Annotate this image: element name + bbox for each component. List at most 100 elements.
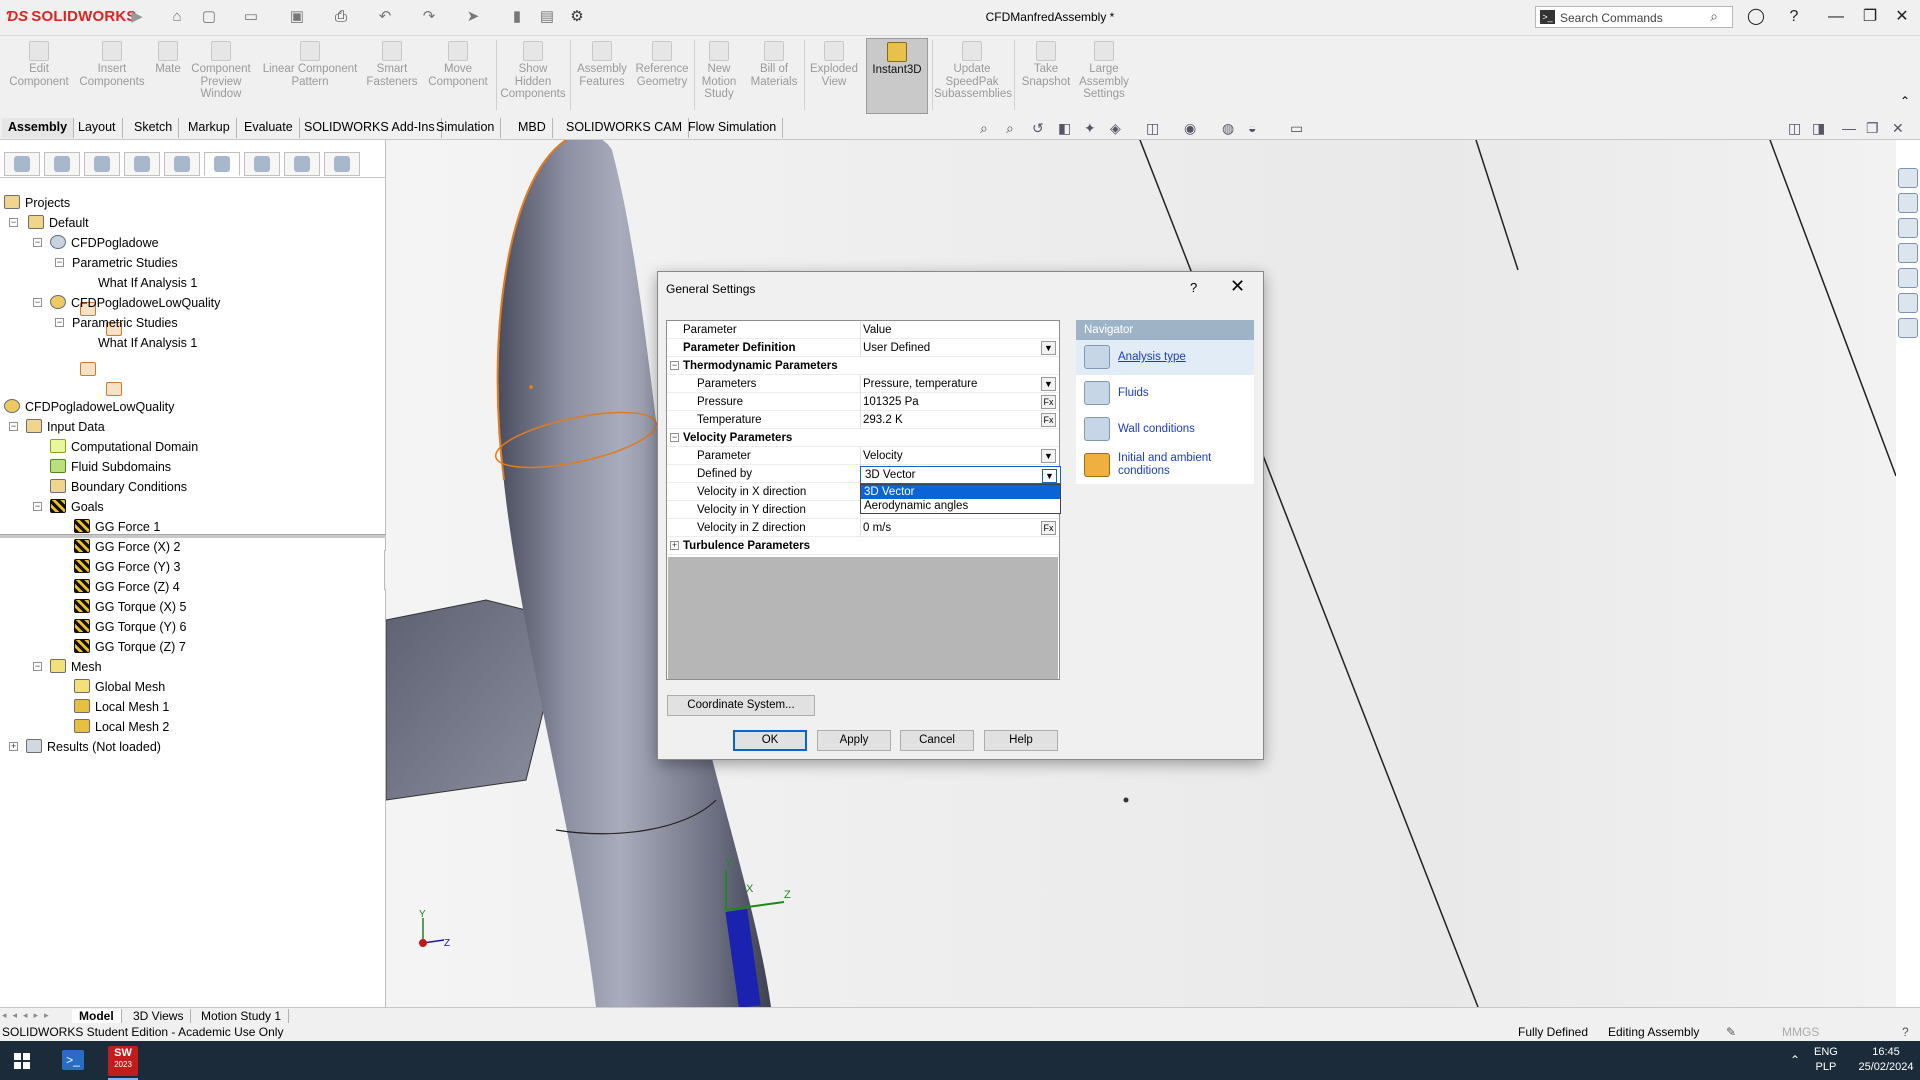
tab-assembly[interactable]: Assembly xyxy=(2,118,75,138)
collapse-toggle[interactable]: − xyxy=(670,433,679,442)
edit-component-button[interactable]: Edit Component xyxy=(4,38,74,114)
viewport-restore-icon[interactable]: ❐ xyxy=(1866,120,1879,140)
tree-item-local-mesh[interactable]: Local Mesh 1 xyxy=(74,698,169,716)
chevron-down-icon[interactable]: ▼ xyxy=(1041,449,1056,463)
bill-of-materials-button[interactable]: Bill of Materials xyxy=(748,38,800,114)
tab-model[interactable]: Model xyxy=(72,1009,122,1023)
component-preview-window-button[interactable]: Component Preview Window xyxy=(188,38,254,114)
viewport-minimize-icon[interactable]: — xyxy=(1842,120,1856,140)
system-clock[interactable]: 16:45 25/02/2024 xyxy=(1858,1045,1914,1075)
dimxpert-tab[interactable] xyxy=(124,152,160,176)
home-icon[interactable]: ⌂ xyxy=(168,8,186,26)
exploded-view-button[interactable]: Exploded View xyxy=(808,38,860,114)
previous-view-icon[interactable]: ↺ xyxy=(1032,120,1044,140)
tree-item-results[interactable]: Results (Not loaded) xyxy=(26,738,161,756)
velocity-parameter-row[interactable]: Parameter Velocity ▼ xyxy=(667,447,1059,465)
option-aerodynamic-angles[interactable]: Aerodynamic angles xyxy=(861,499,1060,513)
save-icon[interactable]: ▣ xyxy=(288,8,306,26)
take-snapshot-button[interactable]: Take Snapshot xyxy=(1018,38,1074,114)
turbulence-section-row[interactable]: + Turbulence Parameters xyxy=(667,537,1059,555)
option-3d-vector[interactable]: 3D Vector xyxy=(861,485,1060,499)
tab-simulation[interactable]: Simulation xyxy=(430,118,502,138)
redo-icon[interactable]: ↷ xyxy=(420,8,438,26)
view-orientation-icon[interactable]: ◈ xyxy=(1110,120,1121,140)
tree-item-default[interactable]: Default xyxy=(28,214,89,232)
collapse-toggle[interactable]: − xyxy=(33,662,42,671)
mate-button[interactable]: Mate xyxy=(150,38,186,114)
tab-evaluate[interactable]: Evaluate xyxy=(238,118,300,138)
velocity-z-row[interactable]: Velocity in Z direction 0 m/s Fx xyxy=(667,519,1059,537)
expand-toggle[interactable]: + xyxy=(670,541,679,550)
panel-splitter[interactable] xyxy=(0,534,386,538)
tree-item-goals[interactable]: Goals xyxy=(50,498,104,516)
thermo-section-row[interactable]: − Thermodynamic Parameters xyxy=(667,357,1059,375)
chevron-down-icon[interactable]: ▼ xyxy=(1042,469,1057,483)
collapse-toggle[interactable]: − xyxy=(55,318,64,327)
update-speedpak-button[interactable]: Update SpeedPak Subassemblies xyxy=(934,38,1012,114)
tree-item-fluid-subdomains[interactable]: Fluid Subdomains xyxy=(50,458,171,476)
tab-markup[interactable]: Markup xyxy=(182,118,237,138)
expand-toggle[interactable]: + xyxy=(9,742,18,751)
tree-item-local-mesh[interactable]: Local Mesh 2 xyxy=(74,718,169,736)
display-style-icon[interactable]: ◫ xyxy=(1146,120,1159,140)
collapse-toggle[interactable]: − xyxy=(9,422,18,431)
temperature-row[interactable]: Temperature 293.2 K Fx xyxy=(667,411,1059,429)
coordinate-system-button[interactable]: Coordinate System... xyxy=(667,695,815,716)
view-palette-icon[interactable] xyxy=(1898,268,1918,288)
tab-3d-views[interactable]: 3D Views xyxy=(126,1009,192,1023)
ok-button[interactable]: OK xyxy=(733,730,807,751)
file-explorer-icon[interactable] xyxy=(1898,243,1918,263)
tree-item-project[interactable]: CFDPogladowe xyxy=(50,234,159,252)
fx-button[interactable]: Fx xyxy=(1041,413,1056,427)
tree-item-parametric-studies[interactable]: Parametric Studies xyxy=(72,314,178,376)
tree-item-goal[interactable]: GG Force 1 xyxy=(74,518,160,536)
reference-geometry-button[interactable]: Reference Geometry xyxy=(632,38,692,114)
chevron-down-icon[interactable]: ▼ xyxy=(1041,341,1056,355)
tray-expand-icon[interactable]: ⌃ xyxy=(1790,1053,1800,1067)
insert-components-button[interactable]: Insert Components xyxy=(76,38,148,114)
custom-properties-icon[interactable] xyxy=(1898,318,1918,338)
collapse-toggle[interactable]: − xyxy=(33,238,42,247)
tree-item-boundary-conditions[interactable]: Boundary Conditions xyxy=(50,478,187,496)
viewport-tile-icon[interactable]: ◫ xyxy=(1788,120,1801,140)
tab-mbd[interactable]: MBD xyxy=(512,118,553,138)
zoom-to-area-icon[interactable]: ⌕ xyxy=(1006,120,1014,140)
dialog-close-button[interactable]: ✕ xyxy=(1230,276,1245,297)
tree-item-goal[interactable]: GG Force (X) 2 xyxy=(74,538,180,556)
home-pane-icon[interactable] xyxy=(1898,193,1918,213)
collapse-toggle[interactable]: − xyxy=(33,298,42,307)
property-manager-tab[interactable] xyxy=(44,152,80,176)
rebuild-status-icon[interactable]: ✎ xyxy=(1726,1023,1736,1041)
chevron-down-icon[interactable]: ▼ xyxy=(1041,377,1056,391)
new-document-icon[interactable]: ▢ xyxy=(200,8,218,26)
instant3d-button[interactable]: Instant3D xyxy=(866,38,928,114)
cam-tab[interactable] xyxy=(284,152,320,176)
open-folder-icon[interactable]: ▭ xyxy=(242,8,260,26)
tab-sketch[interactable]: Sketch xyxy=(128,118,180,138)
smart-fasteners-button[interactable]: Smart Fasteners xyxy=(364,38,420,114)
configuration-manager-tab[interactable] xyxy=(84,152,120,176)
tree-item-what-if-analysis[interactable]: What If Analysis 1 xyxy=(98,334,197,396)
tree-item-goal[interactable]: GG Force (Z) 4 xyxy=(74,578,180,596)
user-account-icon[interactable]: ◯ xyxy=(1744,6,1768,28)
help-button[interactable]: Help xyxy=(984,730,1058,751)
collapse-toggle[interactable]: − xyxy=(670,361,679,370)
show-hidden-components-button[interactable]: Show Hidden Components xyxy=(500,38,566,114)
tab-flow-simulation[interactable]: Flow Simulation xyxy=(682,118,784,138)
windows-start-icon[interactable] xyxy=(14,1053,30,1069)
tree-item-projects[interactable]: Projects xyxy=(4,194,70,212)
collapse-toggle[interactable]: − xyxy=(9,218,18,227)
tree-item-what-if-analysis[interactable]: What If Analysis 1 xyxy=(98,274,197,336)
tab-solidworks-addins[interactable]: SOLIDWORKS Add-Ins xyxy=(298,118,442,138)
toolbox-tab[interactable] xyxy=(324,152,360,176)
tree-item-parametric-studies[interactable]: Parametric Studies xyxy=(72,254,178,316)
print-icon[interactable]: ⎙ xyxy=(332,8,350,26)
tab-motion-study[interactable]: Motion Study 1 xyxy=(194,1009,290,1023)
appearances-icon[interactable] xyxy=(1898,293,1918,313)
apply-scene-icon[interactable]: ◒ xyxy=(1248,120,1256,140)
solidworks-logo[interactable]: ƊS SOLIDWORKS xyxy=(6,8,137,25)
restore-button[interactable]: ❐ xyxy=(1858,6,1882,28)
expand-menu-icon[interactable]: ▶ xyxy=(128,8,146,26)
move-component-button[interactable]: Move Component xyxy=(422,38,494,114)
zoom-to-fit-icon[interactable]: ⌕ xyxy=(980,120,988,140)
